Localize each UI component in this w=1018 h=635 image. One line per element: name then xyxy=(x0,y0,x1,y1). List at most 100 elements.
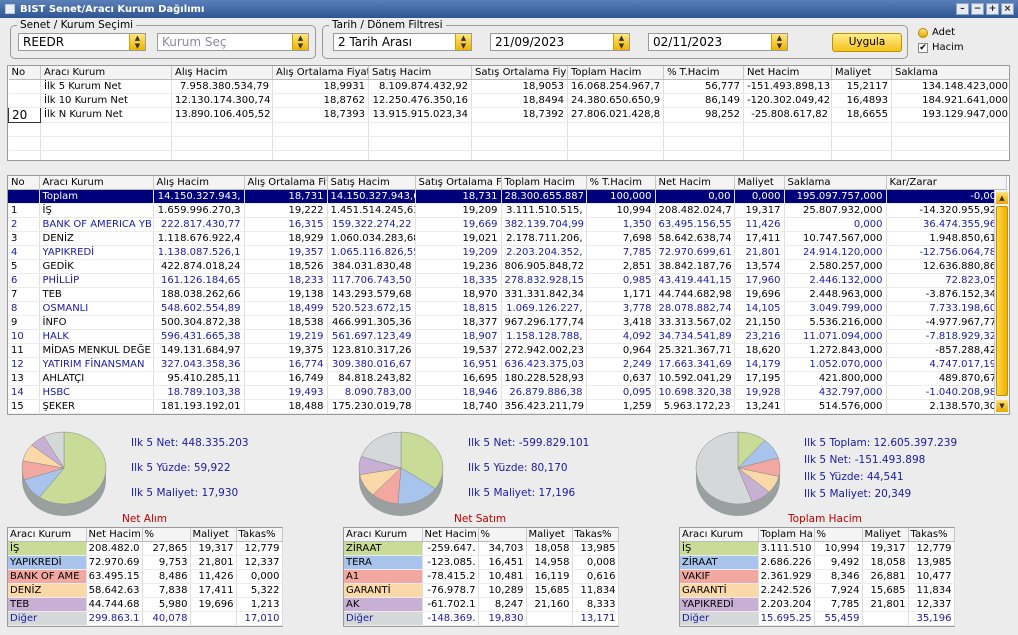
column-header[interactable]: Net Hacim xyxy=(86,528,143,542)
column-header[interactable]: Aracı Kurum xyxy=(680,528,759,542)
top5-row[interactable]: GARANTİ 2.242.526 7,924 15,685 11,834 xyxy=(680,583,955,598)
broker-row[interactable]: Toplam 14.150.327.943, 18,731 14.150.327.94… xyxy=(8,189,1007,204)
broker-row[interactable]: 5 GEDİK 422.874.018,24 18,526 384.031.830,48… xyxy=(8,259,1007,274)
broker-table[interactable]: No Aracı Kurum Alış Hacim Alış Ortalama Fiy… xyxy=(7,175,1010,415)
broker-row[interactable]: 15 ŞEKER 181.193.192,01 18,488 175.230.019,7… xyxy=(8,399,1007,414)
combo-arrow-icon[interactable]: ▲ ▼ xyxy=(129,34,145,50)
summary-row[interactable]: İlk 10 Kurum Net 12.130.174.300,74 18,8762… xyxy=(8,93,1009,108)
top5-row[interactable]: TERA -123.085. 16,451 14,958 0,008 xyxy=(344,555,619,570)
column-header[interactable]: Maliyet xyxy=(190,528,237,542)
broker-row[interactable]: 14 HSBC 18.789.103,38 19,493 8.090.783,00 18,… xyxy=(8,385,1007,400)
column-header[interactable]: Alış Hacim xyxy=(153,176,245,190)
column-header[interactable]: Net Hacim xyxy=(655,176,735,190)
top5-row[interactable]: YAPIKREDİ 72.970.69 9,753 21,801 12,337 xyxy=(8,555,283,570)
hacim-option[interactable]: ✔ Hacim xyxy=(918,42,964,53)
top5-row[interactable]: AK -61.702.1 8,247 21,160 8,333 xyxy=(344,597,619,612)
end-date-field[interactable]: 02/11/2023 ▲ ▼ xyxy=(648,33,788,51)
summary-row[interactable]: 20 İlk N Kurum Net 13.890.106.405,52 18,739… xyxy=(8,106,1009,123)
column-header[interactable]: Aracı Kurum xyxy=(39,176,154,190)
top5-table[interactable]: Aracı Kurum Net Hacim% Maliyet Takas% ZİRAAT… xyxy=(343,527,619,627)
start-date-field[interactable]: 21/09/2023 ▲ ▼ xyxy=(490,33,630,51)
top5-row[interactable]: YAPIKREDİ 2.203.204 7,785 21,801 12,337 xyxy=(680,597,955,612)
top5-row[interactable]: DENİZ 58.642.63 7,838 17,411 5,322 xyxy=(8,583,283,598)
minimize-icon[interactable]: – xyxy=(956,3,969,15)
apply-button[interactable]: Uygula xyxy=(832,33,902,52)
column-header[interactable]: Alış Hacim xyxy=(171,66,273,80)
date-spin-icon[interactable]: ▲ ▼ xyxy=(613,34,629,50)
date-spin-icon[interactable]: ▲ ▼ xyxy=(771,34,787,50)
scroll-up-icon[interactable]: ▲ xyxy=(996,192,1008,204)
column-header[interactable]: Aracı Kurum xyxy=(344,528,423,542)
column-header[interactable]: Alış Ortalama Fiyat xyxy=(272,66,369,80)
broker-row[interactable]: 2 BANK OF AMERICA YB 222.817.430,77 16,315 1… xyxy=(8,217,1007,232)
column-header[interactable]: % xyxy=(478,528,527,542)
restore-icon[interactable]: − xyxy=(971,3,984,15)
summary-row[interactable] xyxy=(8,136,1009,151)
top5-row[interactable]: TEB 44.744.68 5,980 19,696 1,213 xyxy=(8,597,283,612)
summary-row[interactable]: İlk 5 Kurum Net 7.958.380.534,79 18,9931 8.… xyxy=(8,79,1009,94)
scroll-down-icon[interactable]: ▼ xyxy=(996,400,1008,412)
scroll-thumb[interactable] xyxy=(996,206,1008,396)
column-header[interactable]: Toplam Ha xyxy=(758,528,815,542)
top5-table[interactable]: Aracı Kurum Net Hacim% Maliyet Takas% İŞ 208.… xyxy=(7,527,283,627)
column-header[interactable]: % T.Hacim xyxy=(586,176,656,190)
column-header[interactable]: Saklama xyxy=(784,176,887,190)
column-header[interactable]: Maliyet xyxy=(862,528,909,542)
adet-option[interactable]: Adet xyxy=(918,27,955,38)
summary-row[interactable] xyxy=(8,122,1009,137)
checkbox-checked-icon[interactable]: ✔ xyxy=(918,42,928,53)
maximize-icon[interactable]: + xyxy=(986,3,999,15)
top5-row[interactable]: ZİRAAT -259.647. 34,703 18,058 13,985 xyxy=(344,541,619,556)
broker-row[interactable]: 7 TEB 188.038.262,66 19,138 143.293.579,68 18… xyxy=(8,287,1007,302)
broker-row[interactable]: 1 İŞ 1.659.996.270,3 19,222 1.451.514.245,63… xyxy=(8,203,1007,218)
column-header[interactable]: Toplam Hacim xyxy=(567,66,664,80)
top5-row[interactable]: BANK OF AME 63.495.15 8,486 11,426 0,000 xyxy=(8,569,283,584)
column-header[interactable]: Maliyet xyxy=(526,528,573,542)
radio-icon[interactable] xyxy=(918,27,928,38)
summary-cell[interactable]: 20 xyxy=(8,106,41,123)
column-header[interactable]: Takas% xyxy=(236,528,283,542)
period-mode-combo[interactable]: 2 Tarih Arası ▲ ▼ xyxy=(333,33,472,51)
top5-row[interactable]: VAKIF 2.361.929 8,346 26,881 10,477 xyxy=(680,569,955,584)
summary-row[interactable] xyxy=(8,150,1009,160)
column-header[interactable]: Saklama xyxy=(891,66,1009,80)
top5-row[interactable]: Diğer 15.695.25 55,459 35,196 xyxy=(680,611,955,626)
top5-row[interactable]: GARANTİ -76.978.7 10,289 15,685 11,834 xyxy=(344,583,619,598)
top5-row[interactable]: ZİRAAT 2.686.226 9,492 18,058 13,985 xyxy=(680,555,955,570)
combo-arrow-icon[interactable]: ▲ ▼ xyxy=(292,34,308,50)
broker-row[interactable]: 4 YAPIKREDİ 1.138.087.526,1 19,357 1.065.116… xyxy=(8,245,1007,260)
column-header[interactable]: Takas% xyxy=(908,528,955,542)
top5-row[interactable]: Diğer -148.369. 19,830 13,171 xyxy=(344,611,619,626)
column-header[interactable]: Satış Ortalama Fiyat xyxy=(471,66,568,80)
broker-row[interactable]: 6 PHİLLİP 161.126.184,65 18,233 117.706.743,… xyxy=(8,273,1007,288)
broker-row[interactable]: 8 OSMANLI 548.602.554,89 18,499 520.523.672,… xyxy=(8,301,1007,316)
top5-row[interactable]: İŞ 3.111.510 10,994 19,317 12,779 xyxy=(680,541,955,556)
top5-table[interactable]: Aracı Kurum Toplam Ha% Maliyet Takas% İŞ 3.11… xyxy=(679,527,955,627)
column-header[interactable]: Net Hacim xyxy=(422,528,479,542)
broker-row[interactable]: 9 İNFO 500.304.872,38 18,538 466.991.305,36 1… xyxy=(8,315,1007,330)
column-header[interactable]: % T.Hacim xyxy=(663,66,744,80)
column-header[interactable]: No xyxy=(8,176,40,190)
column-header[interactable]: Takas% xyxy=(572,528,619,542)
column-header[interactable]: Maliyet xyxy=(734,176,785,190)
column-header[interactable]: Satış Hacim xyxy=(368,66,472,80)
column-header[interactable]: Kar/Zarar xyxy=(886,176,1007,190)
column-header[interactable]: Aracı Kurum xyxy=(40,66,172,80)
broker-row[interactable]: 10 HALK 596.431.665,38 19,219 561.697.123,49… xyxy=(8,329,1007,344)
column-header[interactable]: Satış Ortalama Fi xyxy=(415,176,502,190)
vertical-scrollbar[interactable]: ▲ ▼ xyxy=(994,190,1009,414)
broker-row[interactable]: 12 YATIRIM FİNANSMAN 327.043.358,36 16,774 3… xyxy=(8,357,1007,372)
column-header[interactable]: No xyxy=(8,66,41,80)
top5-row[interactable]: İŞ 208.482.0 27,865 19,317 12,779 xyxy=(8,541,283,556)
broker-row[interactable]: 11 MİDAS MENKUL DEĞE 149.131.684,97 19,375 1… xyxy=(8,343,1007,358)
broker-row[interactable]: 3 DENİZ 1.118.676.922,4 18,929 1.060.034.283… xyxy=(8,231,1007,246)
column-header[interactable]: Aracı Kurum xyxy=(8,528,87,542)
kurum-combo[interactable]: Kurum Seç ▲ ▼ xyxy=(157,33,309,51)
column-header[interactable]: Toplam Hacim xyxy=(501,176,587,190)
column-header[interactable]: % xyxy=(142,528,191,542)
column-header[interactable]: Maliyet xyxy=(831,66,892,80)
column-header[interactable]: Net Hacim xyxy=(743,66,832,80)
column-header[interactable]: Alış Ortalama Fiy xyxy=(244,176,328,190)
broker-row[interactable]: 13 AHLATÇI 95.410.285,11 16,749 84.818.243,8… xyxy=(8,371,1007,386)
symbol-combo[interactable]: REEDR ▲ ▼ xyxy=(18,33,146,51)
